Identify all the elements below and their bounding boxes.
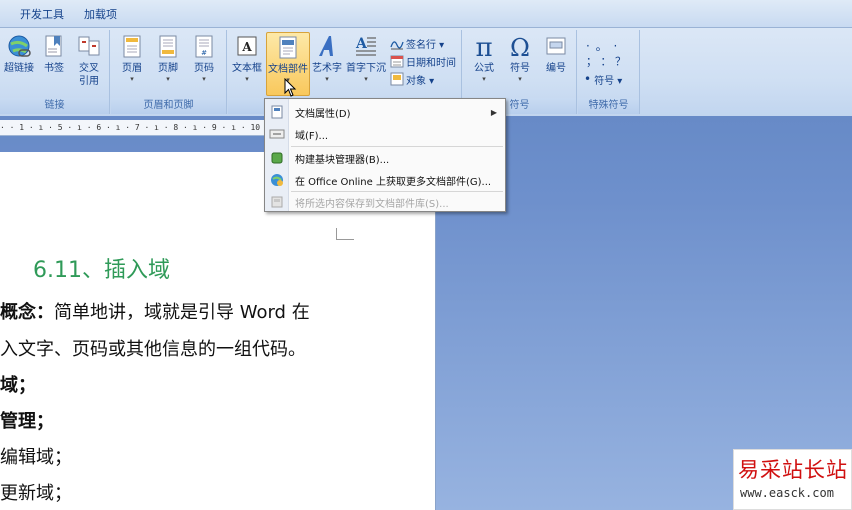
special-symbol-row-2[interactable]: ； ： ？ xyxy=(586,52,626,70)
mouse-cursor-icon xyxy=(284,78,297,97)
watermark-url: www.easck.com xyxy=(740,486,834,500)
footer-icon xyxy=(159,35,177,58)
drop-cap-icon: A xyxy=(355,36,376,56)
body-line: 入文字、页码或其他信息的一组代码。 xyxy=(0,339,306,360)
menu-item-building-blocks[interactable]: 构建基块管理器(B)... xyxy=(265,147,505,169)
cross-reference-icon xyxy=(78,36,100,56)
svg-text:π: π xyxy=(475,34,492,60)
page-number-button[interactable]: # 页码 ▾ xyxy=(187,32,221,96)
text-box-icon: A xyxy=(237,36,257,56)
horizontal-ruler[interactable]: · · 1 · ı · 5 · ı · 6 · ı · 7 · ı · 8 · … xyxy=(0,120,270,136)
header-footer-group-label: 页眉和页脚 xyxy=(111,98,226,114)
header-icon xyxy=(123,35,141,58)
body-line: 域； xyxy=(0,375,36,396)
quick-parts-menu: 文档属性(D) ▶ 域(F)... 构建基块管理器(B)... 在 Office… xyxy=(264,98,506,212)
field-icon xyxy=(269,129,285,139)
drop-cap-button[interactable]: A 首字下沉 ▾ xyxy=(346,32,386,96)
cross-reference-button[interactable]: 交叉 引用 xyxy=(72,32,106,96)
tab-developer[interactable]: 开发工具 xyxy=(20,6,64,22)
date-time-icon xyxy=(390,55,404,68)
numbering-icon xyxy=(546,37,566,55)
text-box-button[interactable]: A 文本框 ▾ xyxy=(230,32,264,96)
svg-text:Ω: Ω xyxy=(510,34,530,60)
bookmark-button[interactable]: 书签 xyxy=(37,32,71,96)
ribbon-tab-strip: 开发工具 加载项 xyxy=(0,0,852,28)
hyperlink-button[interactable]: 超链接 xyxy=(2,32,36,96)
symbol-omega-icon: Ω xyxy=(510,34,530,60)
links-group: 超链接 书签 交叉 引用 链接 xyxy=(0,30,110,114)
numbering-button[interactable]: 编号 xyxy=(539,32,573,96)
margin-corner-mark xyxy=(336,228,354,240)
page-number-icon: # xyxy=(195,35,213,58)
document-property-icon xyxy=(271,105,283,119)
header-button[interactable]: 页眉 ▾ xyxy=(115,32,149,96)
special-symbol-button[interactable]: • 符号 ▾ xyxy=(584,70,622,88)
menu-item-save-selection[interactable]: 将所选内容保存到文档部件库(S)... xyxy=(265,191,505,213)
watermark-title: 易采站长站 xyxy=(738,458,848,482)
header-footer-group: 页眉 ▾ 页脚 ▾ # 页码 ▾ 页眉和页脚 xyxy=(111,30,227,114)
svg-text:A: A xyxy=(241,40,252,54)
footer-button[interactable]: 页脚 ▾ xyxy=(151,32,185,96)
site-watermark: 易采站长站 www.easck.com xyxy=(733,449,852,510)
body-line: 管理； xyxy=(0,411,54,432)
signature-line-icon xyxy=(390,41,404,50)
body-line: 更新域； xyxy=(0,483,72,504)
svg-text:#: # xyxy=(201,49,207,57)
svg-text:A: A xyxy=(355,36,368,52)
symbol-button[interactable]: Ω 符号 ▾ xyxy=(503,32,537,96)
equation-pi-icon: π xyxy=(475,34,492,60)
submenu-arrow-icon: ▶ xyxy=(490,107,497,117)
bullet-icon: • xyxy=(584,72,592,86)
special-symbols-group-label: 特殊符号 xyxy=(578,98,639,114)
menu-item-document-property[interactable]: 文档属性(D) ▶ xyxy=(265,101,505,123)
object-icon xyxy=(390,72,404,86)
section-heading: 6.11、插入域 xyxy=(33,258,170,283)
body-line: 概念：简单地讲，域就是引导 Word 在 xyxy=(0,302,310,323)
tab-add-ins[interactable]: 加载项 xyxy=(84,6,117,22)
save-selection-icon xyxy=(271,196,283,208)
object-button[interactable]: 对象 ▾ xyxy=(390,70,434,88)
wordart-button[interactable]: 艺术字 ▾ xyxy=(310,32,344,96)
globe-link-icon xyxy=(8,35,31,57)
links-group-label: 链接 xyxy=(0,98,109,114)
quick-parts-icon xyxy=(279,36,297,59)
bookmark-icon xyxy=(45,35,62,57)
body-line: 编辑域； xyxy=(0,447,72,468)
special-symbols-group: · 。 · ； ： ？ • 符号 ▾ 特殊符号 xyxy=(578,30,640,114)
signature-line-button[interactable]: 签名行 ▾ xyxy=(390,34,444,52)
menu-item-office-online[interactable]: 在 Office Online 上获取更多文档部件(G)... xyxy=(265,169,505,191)
office-online-icon xyxy=(271,174,283,186)
date-time-button[interactable]: 日期和时间 xyxy=(390,52,456,70)
menu-item-field[interactable]: 域(F)... xyxy=(265,123,505,145)
wordart-icon xyxy=(319,36,333,56)
equation-button[interactable]: π 公式 ▾ xyxy=(467,32,501,96)
building-blocks-icon xyxy=(271,152,283,164)
